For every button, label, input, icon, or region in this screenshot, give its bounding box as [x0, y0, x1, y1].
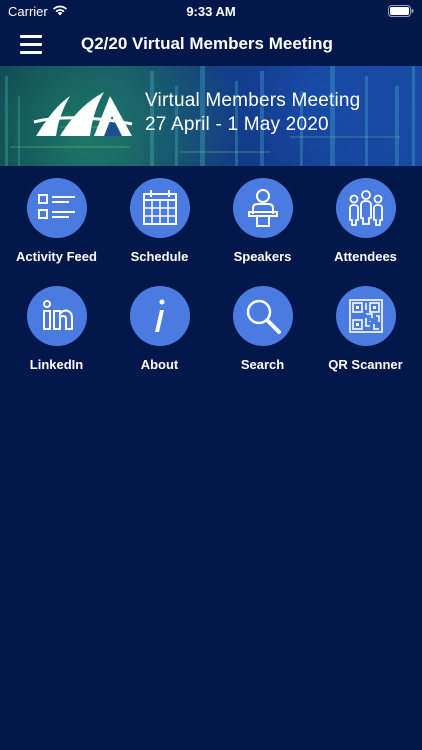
hamburger-menu-button[interactable] [18, 32, 46, 56]
tile-label: Attendees [334, 249, 397, 264]
tile-label: Speakers [233, 249, 292, 264]
menu-line [20, 35, 42, 38]
tile-label: QR Scanner [328, 357, 403, 372]
tile-icon-circle [336, 286, 396, 346]
speakers-tile[interactable]: Speakers [211, 166, 314, 274]
search-icon [246, 299, 281, 334]
linkedin-icon [43, 300, 73, 330]
qr-code-icon [349, 299, 383, 333]
app-screen: Carrier 9:33 AM Q2/20 Virtual Members Me… [0, 0, 422, 750]
attendees-tile[interactable]: Attendees [314, 166, 417, 274]
people-icon [349, 190, 383, 226]
navigation-bar: Q2/20 Virtual Members Meeting [0, 22, 422, 66]
tile-icon-circle [233, 178, 293, 238]
status-bar: Carrier 9:33 AM [0, 0, 422, 22]
info-icon [155, 299, 165, 332]
linkedin-tile[interactable]: LinkedIn [5, 274, 108, 382]
tile-icon-circle [130, 286, 190, 346]
qr-scanner-tile[interactable]: QR Scanner [314, 274, 417, 382]
banner-title: Virtual Members Meeting [145, 90, 361, 111]
page-title: Q2/20 Virtual Members Meeting [81, 34, 333, 53]
tile-icon-circle [27, 178, 87, 238]
activity-feed-tile[interactable]: Activity Feed [5, 166, 108, 274]
event-banner: Virtual Members Meeting 27 April - 1 May… [0, 66, 422, 166]
tile-label: Activity Feed [16, 249, 97, 264]
menu-line [20, 43, 42, 46]
tile-icon-circle [27, 286, 87, 346]
battery-icon [388, 5, 414, 17]
list-icon [38, 194, 75, 219]
search-tile[interactable]: Search [211, 274, 314, 382]
banner-dates: 27 April - 1 May 2020 [145, 114, 329, 135]
tile-icon-circle [336, 178, 396, 238]
menu-line [20, 51, 42, 54]
clock-label: 9:33 AM [186, 4, 236, 19]
about-tile[interactable]: About [108, 274, 211, 382]
speaker-icon [248, 189, 278, 227]
tile-label: Schedule [130, 249, 189, 264]
schedule-tile[interactable]: Schedule [108, 166, 211, 274]
tile-icon-circle [130, 178, 190, 238]
logo-icon [33, 92, 133, 136]
tile-label: About [140, 357, 179, 372]
tile-label: LinkedIn [29, 357, 84, 372]
tile-icon-circle [233, 286, 293, 346]
tile-label: Search [240, 357, 285, 372]
calendar-icon [143, 190, 177, 225]
